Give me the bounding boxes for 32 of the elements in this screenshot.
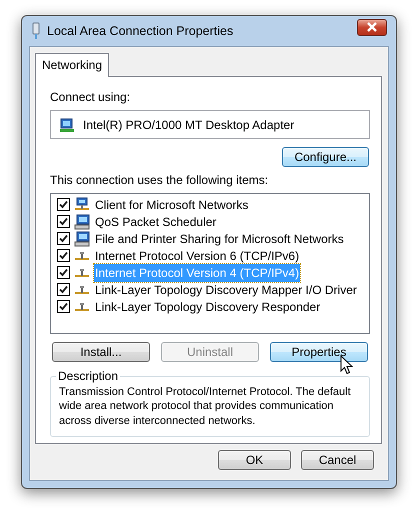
window-title: Local Area Connection Properties [47, 22, 234, 40]
connect-using-label: Connect using: [50, 89, 132, 106]
dialog-button[interactable]: OK [218, 450, 291, 470]
checkbox[interactable] [57, 283, 70, 296]
computer-icon [74, 214, 90, 230]
configure-button[interactable]: Configure... [282, 147, 369, 167]
checkbox[interactable] [57, 266, 70, 279]
list-item[interactable]: Link-Layer Topology Discovery Responder [94, 298, 322, 316]
list-item[interactable]: Internet Protocol Version 6 (TCP/IPv6) [94, 246, 300, 264]
list-item[interactable]: Client for Microsoft Networks [94, 196, 250, 214]
description-text: Transmission Control Protocol/Internet Protocol. The default wide area network protocol that provides communication across diverse interconnected networks. [59, 385, 352, 428]
adapter-name: Intel(R) PRO/1000 MT Desktop Adapter [83, 116, 294, 134]
checkbox[interactable] [57, 249, 70, 262]
list-item[interactable]: QoS Packet Scheduler [94, 212, 218, 230]
dialog-button[interactable]: Cancel [301, 450, 374, 470]
group-title: Description [56, 369, 120, 385]
close-icon [366, 22, 378, 32]
action-button[interactable]: Install... [52, 342, 150, 362]
list-item[interactable]: Link-Layer Topology Discovery Mapper I/O Driver [94, 280, 358, 298]
checkbox[interactable] [57, 215, 70, 228]
network-connector-icon [31, 22, 41, 40]
list-item[interactable]: File and Printer Sharing for Microsoft Networks [94, 230, 345, 248]
checkbox[interactable] [57, 300, 70, 313]
computer-icon [74, 230, 90, 246]
checkbox[interactable] [57, 232, 70, 245]
items-label: This connection uses the following items: [50, 172, 270, 189]
action-button[interactable]: Properties [270, 342, 368, 362]
checkbox[interactable] [57, 198, 70, 211]
computer-network-icon [74, 196, 90, 212]
network-adapter-icon [59, 116, 75, 132]
close-button[interactable] [357, 18, 387, 36]
tab[interactable]: Networking [35, 53, 110, 77]
